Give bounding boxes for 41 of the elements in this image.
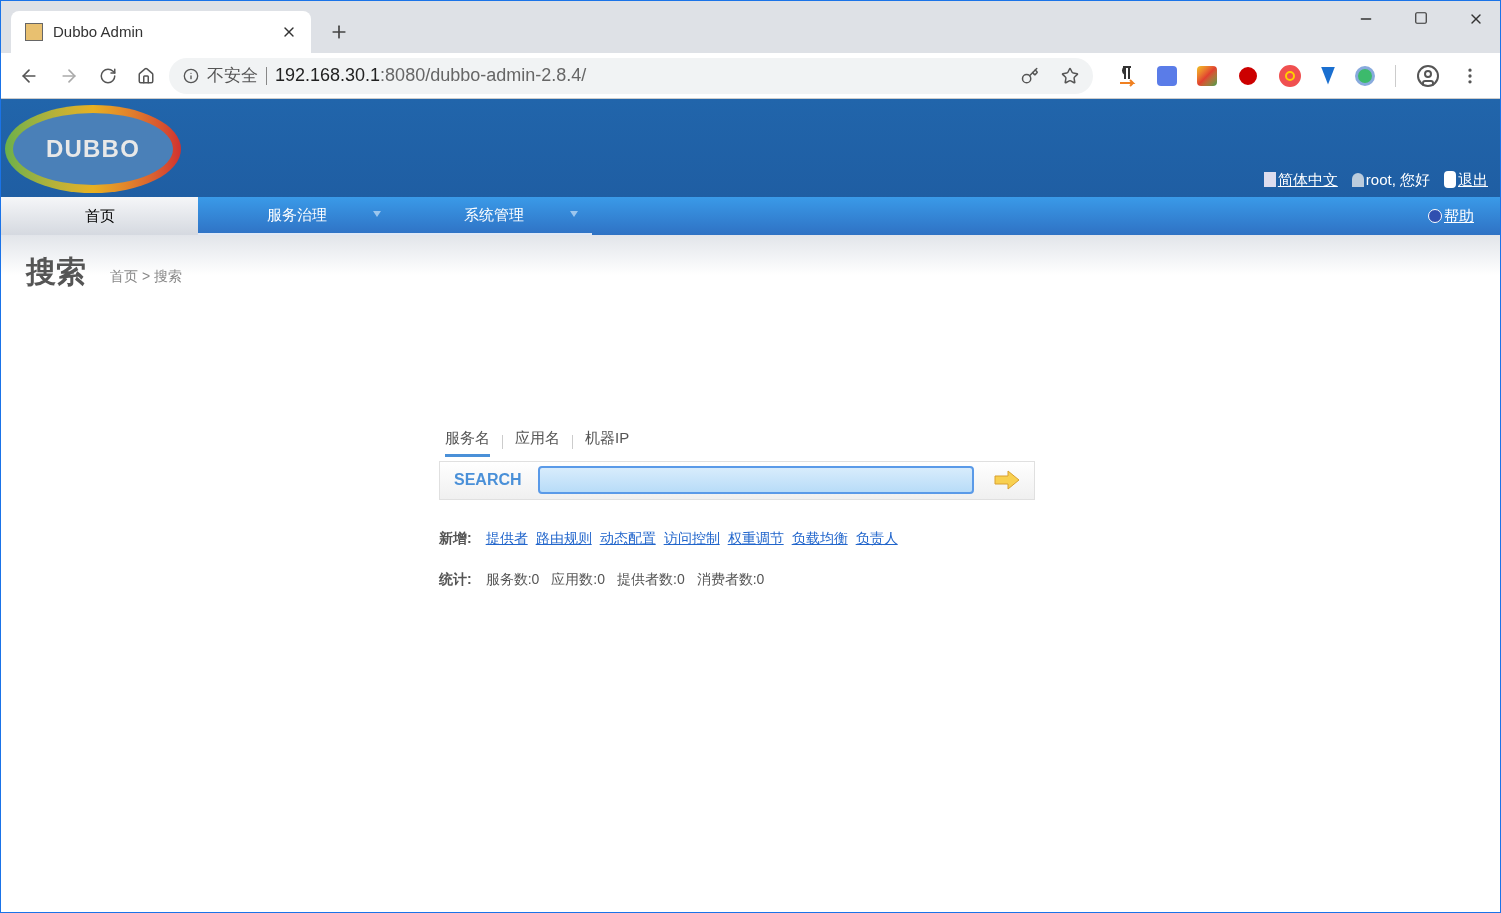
- stat-count: 消费者数:0: [696, 569, 765, 589]
- extension-icon[interactable]: [1157, 65, 1177, 86]
- search-type-tab[interactable]: 应用名: [515, 427, 560, 457]
- logout-link[interactable]: 退出: [1444, 168, 1488, 191]
- maximize-icon[interactable]: [1414, 11, 1428, 25]
- stat-count: 提供者数:0: [617, 569, 685, 589]
- add-label: 新增:: [439, 528, 472, 548]
- page-title: 搜索: [26, 257, 86, 287]
- breadcrumb: 首页 > 搜索: [110, 267, 182, 286]
- add-link[interactable]: 负责人: [855, 527, 898, 549]
- bookmark-star-icon[interactable]: [1061, 66, 1079, 85]
- add-link[interactable]: 负载均衡: [791, 527, 848, 549]
- search-type-tab[interactable]: 服务名: [445, 427, 490, 457]
- greeting-text: root, 您好: [1351, 168, 1430, 191]
- help-link[interactable]: 帮助: [1428, 204, 1474, 228]
- add-link[interactable]: 路由规则: [535, 527, 592, 549]
- home-icon[interactable]: [137, 66, 155, 85]
- info-icon: [183, 67, 199, 84]
- key-icon[interactable]: [1021, 66, 1039, 85]
- search-type-tab[interactable]: 机器IP: [585, 427, 630, 457]
- add-link[interactable]: 动态配置: [599, 527, 656, 549]
- search-field[interactable]: [537, 466, 974, 494]
- stat-count: 应用数:0: [551, 569, 606, 589]
- stat-count: 服务数:0: [485, 569, 540, 589]
- pilcrow-extension-icon[interactable]: [1117, 64, 1137, 87]
- tomcat-favicon-icon: [25, 23, 43, 41]
- extension-icon[interactable]: [1279, 64, 1301, 87]
- reload-icon[interactable]: [99, 66, 117, 85]
- nav-tab[interactable]: 首页: [1, 197, 198, 235]
- dubbo-logo: DUBBO: [5, 105, 181, 193]
- url-text: 192.168.30.1:8080/dubbo-admin-2.8.4/: [275, 64, 587, 87]
- add-link[interactable]: 访问控制: [663, 527, 720, 549]
- add-link[interactable]: 提供者: [485, 527, 528, 549]
- security-label: 不安全: [207, 64, 258, 87]
- address-bar[interactable]: 不安全 192.168.30.1:8080/dubbo-admin-2.8.4/: [169, 57, 1093, 94]
- browser-tab[interactable]: Dubbo Admin: [11, 11, 311, 53]
- profile-icon[interactable]: [1416, 63, 1440, 88]
- language-link[interactable]: 简体中文: [1263, 168, 1338, 191]
- search-label: SEARCH: [454, 470, 522, 490]
- stats-label: 统计:: [439, 569, 472, 589]
- add-link[interactable]: 权重调节: [727, 527, 784, 549]
